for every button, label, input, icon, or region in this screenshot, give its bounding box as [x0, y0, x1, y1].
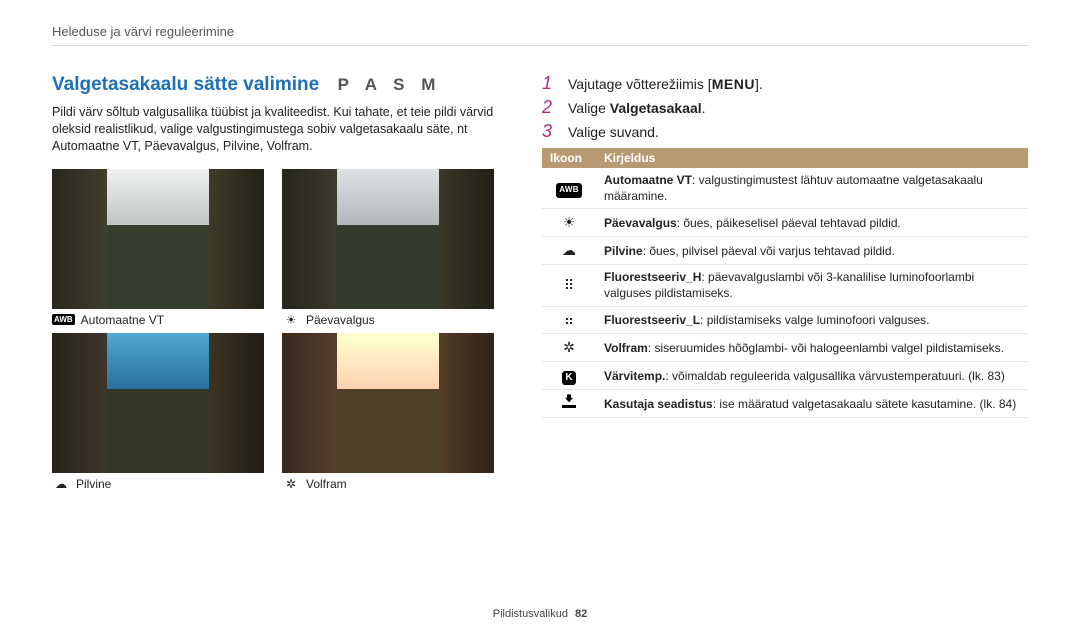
row-desc-cell: Pilvine: õues, pilvisel päeval või varju…: [596, 237, 1028, 265]
bulb-icon: ✲: [563, 339, 575, 355]
row-icon-cell: ☁: [542, 237, 596, 265]
row-desc-cell: Kasutaja seadistus: ise määratud valgeta…: [596, 390, 1028, 418]
step-text: Vajutage võtterežiimis [MENU].: [568, 76, 763, 92]
row-icon-cell: ⠿: [542, 265, 596, 306]
row-icon-cell: ⠶: [542, 306, 596, 334]
table-row: K Värvitemp.: võimaldab reguleerida valgu…: [542, 362, 1028, 390]
left-column: Valgetasakaalu sätte valimine P A S M Pi…: [52, 74, 494, 491]
step-number: 1: [542, 74, 558, 92]
custom-set-icon: [562, 394, 576, 408]
table-row: ☁ Pilvine: õues, pilvisel päeval või varj…: [542, 237, 1028, 265]
fluorescent-l-icon: ⠶: [564, 312, 574, 328]
sample-auto-wb: [52, 169, 264, 309]
row-icon-cell: K: [542, 362, 596, 390]
step-text: Valige Valgetasakaal.: [568, 100, 706, 116]
table-row: ☀ Päevavalgus: õues, päikeselisel päeval …: [542, 209, 1028, 237]
thumb-label: Päevavalgus: [306, 313, 375, 327]
table-row: AWB Automaatne VT: valgustingimustest läh…: [542, 168, 1028, 209]
fluorescent-h-icon: ⠿: [564, 277, 574, 293]
row-icon-cell: AWB: [542, 168, 596, 209]
sample-tungsten: [282, 333, 494, 473]
sample-daylight: [282, 169, 494, 309]
row-desc-cell: Päevavalgus: õues, päikeselisel päeval t…: [596, 209, 1028, 237]
mode-badges: P A S M: [338, 75, 442, 94]
thumb-label: Volfram: [306, 477, 347, 491]
steps-list: 1 Vajutage võtterežiimis [MENU]. 2 Valig…: [542, 74, 1028, 140]
page-footer: Pildistusvalikud 82: [0, 608, 1080, 620]
row-icon-cell: [542, 390, 596, 418]
row-icon-cell: ☀: [542, 209, 596, 237]
table-row: ⠶ Fluorestseeriv_L: pildistamiseks valge …: [542, 306, 1028, 334]
row-desc-cell: Värvitemp.: võimaldab reguleerida valgus…: [596, 362, 1028, 390]
sun-icon: ☀: [282, 313, 300, 327]
table-row: ✲ Volfram: siseruumides hõõglambi- või ha…: [542, 334, 1028, 362]
step-number: 2: [542, 98, 558, 116]
footer-section: Pildistusvalikud: [493, 608, 568, 620]
row-icon-cell: ✲: [542, 334, 596, 362]
menu-key-label: MENU: [712, 76, 755, 92]
row-desc-cell: Volfram: siseruumides hõõglambi- või hal…: [596, 334, 1028, 362]
bulb-icon: ✲: [282, 477, 300, 491]
awb-icon: AWB: [52, 314, 75, 325]
row-desc-cell: Automaatne VT: valgustingimustest lähtuv…: [596, 168, 1028, 209]
awb-icon: AWB: [556, 183, 582, 198]
intro-text: Pildi värv sõltub valgusallika tüübist j…: [52, 104, 494, 155]
table-header-desc: Kirjeldus: [596, 148, 1028, 168]
section-title: Valgetasakaalu sätte valimine: [52, 74, 319, 95]
table-row: Kasutaja seadistus: ise määratud valgeta…: [542, 390, 1028, 418]
thumb-label: Automaatne VT: [81, 313, 164, 327]
thumb-label: Pilvine: [76, 477, 111, 491]
step-number: 3: [542, 122, 558, 140]
row-desc-cell: Fluorestseeriv_L: pildistamiseks valge l…: [596, 306, 1028, 334]
row-desc-cell: Fluorestseeriv_H: päevavalguslambi või 3…: [596, 265, 1028, 306]
kelvin-icon: K: [562, 371, 576, 385]
sample-cloudy: [52, 333, 264, 473]
cloud-icon: ☁: [562, 242, 576, 258]
icon-description-table: Ikoon Kirjeldus AWB Automaatne VT: valgus…: [542, 148, 1028, 418]
sun-icon: ☀: [563, 214, 576, 230]
footer-page-number: 82: [575, 608, 587, 620]
thumbnail-grid: AWB Automaatne VT ☀ Päevavalgus ☁: [52, 169, 494, 491]
step-text: Valige suvand.: [568, 124, 659, 140]
cloud-icon: ☁: [52, 477, 70, 491]
table-row: ⠿ Fluorestseeriv_H: päevavalguslambi või …: [542, 265, 1028, 306]
breadcrumb: Heleduse ja värvi reguleerimine: [52, 24, 1028, 46]
right-column: 1 Vajutage võtterežiimis [MENU]. 2 Valig…: [542, 74, 1028, 491]
table-header-icon: Ikoon: [542, 148, 596, 168]
